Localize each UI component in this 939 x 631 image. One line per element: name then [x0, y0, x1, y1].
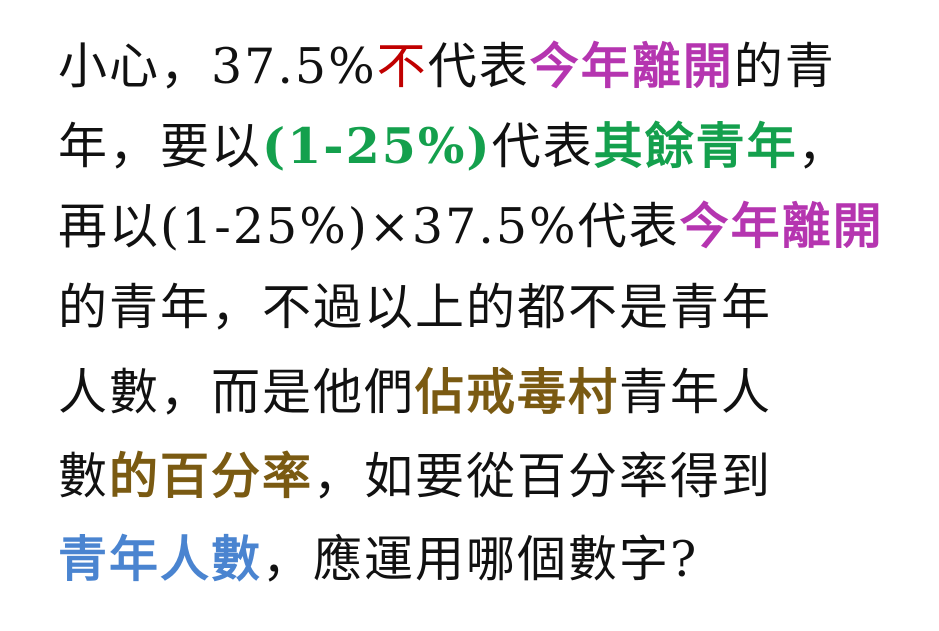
line-2-represent: 代表: [491, 118, 594, 175]
text-line-2: 年，要以(1-25%)代表其餘青年，: [58, 111, 849, 181]
highlight-leaving-this-year-2: 今年離開: [679, 197, 884, 255]
line-6-text-end: ，如要從百分率得到: [313, 448, 773, 505]
line-4-text: 的青年，不過以上的都不是青年: [58, 279, 773, 336]
line-1-represent: 代表: [427, 38, 530, 95]
highlight-remaining-youth: 其餘青年: [593, 117, 798, 175]
line-1-text-start: 小心，37.5%: [58, 38, 377, 95]
line-5-text-end: 青年人: [619, 364, 773, 421]
text-line-6: 數的百分率，如要從百分率得到: [58, 441, 772, 511]
highlight-not: 不: [376, 38, 428, 95]
line-2-text-start: 年，要以: [58, 118, 263, 175]
line-1-text-end: 的青: [733, 38, 836, 95]
line-3-formula: 再以(1-25%)×37.5%代表: [58, 198, 680, 255]
line-5-text-start: 人數，而是他們: [58, 364, 416, 421]
highlight-youth-count: 青年人數: [58, 530, 263, 588]
line-6-text-start: 數: [58, 448, 110, 505]
highlight-percentage: 的百分率: [109, 447, 314, 505]
text-line-5: 人數，而是他們佔戒毒村青年人: [58, 357, 772, 427]
text-line-4: 的青年，不過以上的都不是青年: [58, 273, 772, 343]
line-7-question: ，應運用哪個數字?: [262, 531, 699, 588]
text-line-3: 再以(1-25%)×37.5%代表今年離開: [58, 191, 884, 261]
highlight-rehab-village-share: 佔戒毒村: [415, 363, 620, 421]
slide: 小心，37.5%不代表今年離開的青 年，要以(1-25%)代表其餘青年， 再以(…: [0, 0, 939, 631]
highlight-remaining-percentage: (1-25%): [262, 117, 492, 175]
line-2-comma: ，: [797, 118, 849, 175]
text-line-7: 青年人數，應運用哪個數字?: [58, 524, 698, 594]
text-line-1: 小心，37.5%不代表今年離開的青: [58, 31, 836, 101]
highlight-leaving-this-year: 今年離開: [529, 37, 734, 95]
